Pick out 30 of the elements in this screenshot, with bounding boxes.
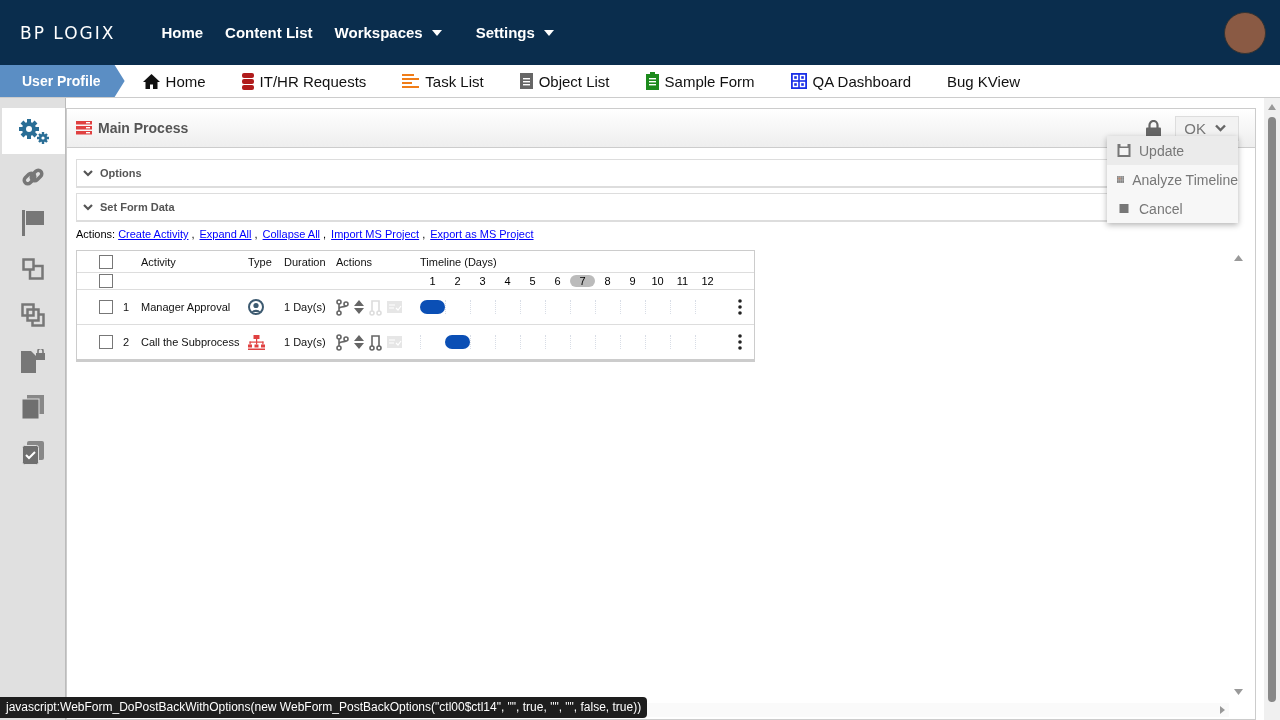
day-number: 2 <box>453 275 462 287</box>
column-header: Actions <box>336 255 374 268</box>
day-number: 5 <box>528 275 537 287</box>
column-header: Activity <box>141 255 177 268</box>
column-header: Type <box>248 255 273 268</box>
row-number: 2 <box>123 336 131 348</box>
activity-name: Call the Subprocess <box>141 336 241 348</box>
separator: , <box>254 228 258 240</box>
panel-title: Main Process <box>98 120 189 136</box>
day-number: 8 <box>603 275 612 287</box>
actions-label: Actions: <box>76 228 116 240</box>
day-number: 9 <box>628 275 637 287</box>
day-number: 10 <box>650 275 665 287</box>
day-number: 11 <box>675 275 690 287</box>
day-number: 3 <box>478 275 487 287</box>
separator: , <box>191 228 195 240</box>
status-tooltip: javascript:WebForm_DoPostBackWithOptions(new WebForm_PostBackOptions("ctl00$ctl14", "", true, "", "", false, true)) <box>0 697 648 718</box>
day-number: 12 <box>700 275 715 287</box>
separator: , <box>323 228 327 240</box>
duration: 1 Day(s) <box>284 336 327 348</box>
duration: 1 Day(s) <box>284 301 327 313</box>
column-header: Duration <box>284 255 327 268</box>
day-number: 6 <box>553 275 562 287</box>
row-number: 1 <box>123 301 131 313</box>
column-header: Timeline (Days) <box>420 255 498 268</box>
separator: , <box>422 228 426 240</box>
day-number: 4 <box>503 275 512 287</box>
day-number: 1 <box>428 275 437 287</box>
day-number: 7 <box>570 275 595 287</box>
activity-name: Manager Approval <box>141 301 232 313</box>
